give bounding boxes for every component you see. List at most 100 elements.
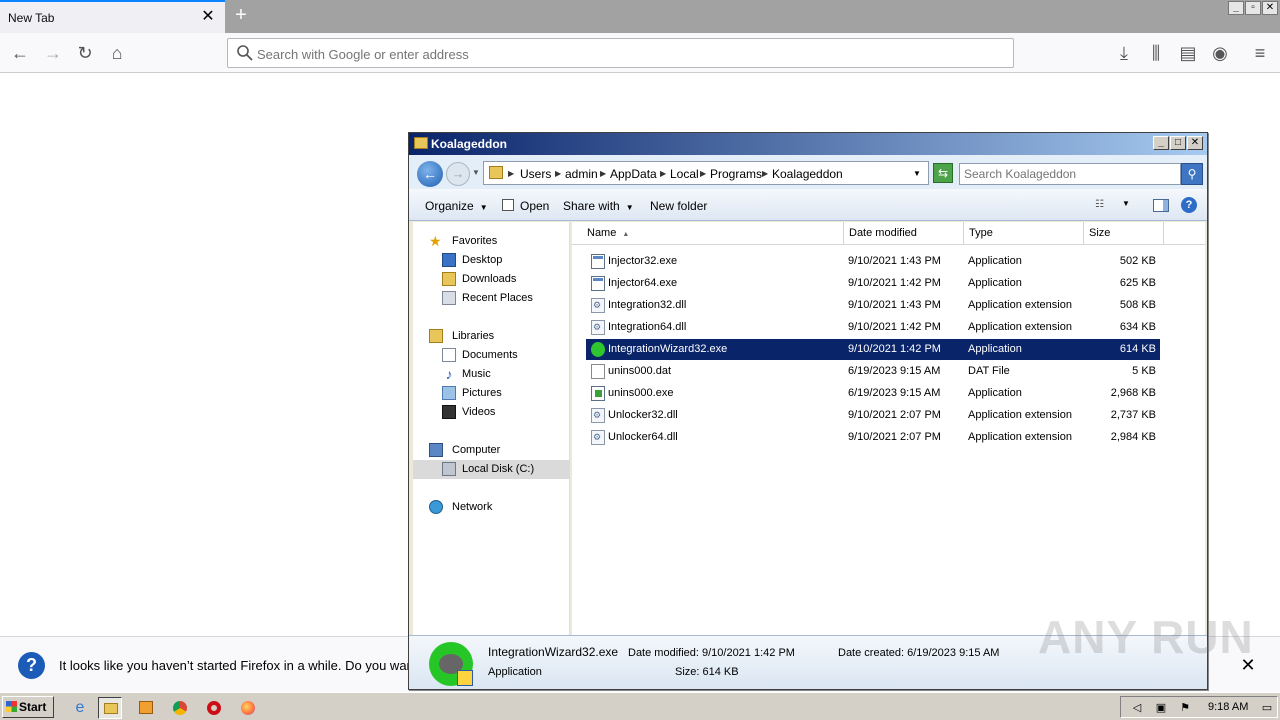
tab-new-tab[interactable]: New Tab ✕ <box>0 0 225 33</box>
breadcrumb-separator-icon[interactable]: ▶ <box>700 169 706 178</box>
start-button[interactable]: Start <box>2 696 54 718</box>
minimize-button[interactable]: _ <box>1153 136 1169 150</box>
flag-icon[interactable]: ⚑ <box>1178 701 1192 715</box>
downloads-icon[interactable]: ⤓ <box>1110 39 1138 67</box>
nav-music[interactable]: ♪ Music <box>413 365 570 384</box>
nav-documents[interactable]: Documents <box>413 346 570 365</box>
search-icon[interactable]: ⚲ <box>1181 163 1203 185</box>
file-name: Injector64.exe <box>608 277 678 289</box>
firefox-tab-strip: New Tab ✕ + _ ▫ ✕ <box>0 0 1280 33</box>
nav-local-disk[interactable]: Local Disk (C:) <box>413 460 570 479</box>
views-dropdown-icon[interactable]: ▼ <box>1122 199 1130 208</box>
back-arrow-icon[interactable]: ← <box>417 161 443 187</box>
column-header-size[interactable]: Size <box>1084 222 1164 245</box>
nav-videos[interactable]: Videos <box>413 403 570 422</box>
column-header-name[interactable]: Name ▲ <box>582 222 844 245</box>
file-row[interactable]: Integration64.dll 9/10/2021 1:42 PM Applic… <box>586 317 1160 338</box>
minimize-button[interactable]: _ <box>1228 1 1244 15</box>
volume-icon[interactable]: ◁ <box>1130 701 1144 715</box>
close-window-button[interactable]: ✕ <box>1262 1 1278 15</box>
reload-icon[interactable]: ↻ <box>71 39 99 67</box>
breadcrumb-programs[interactable]: Programs <box>710 167 762 181</box>
breadcrumb-separator-icon[interactable]: ▶ <box>555 169 561 178</box>
firefox-icon[interactable] <box>236 697 260 719</box>
account-icon[interactable]: ◉ <box>1206 39 1234 67</box>
file-row[interactable]: Integration32.dll 9/10/2021 1:43 PM Applic… <box>586 295 1160 316</box>
file-row[interactable]: Injector32.exe 9/10/2021 1:43 PM Applicati… <box>586 251 1160 272</box>
breadcrumb[interactable]: ▶ Users ▶ admin ▶ AppData ▶ Local ▶ Prog… <box>483 161 929 185</box>
share-with-button[interactable]: Share with ▼ <box>563 199 634 213</box>
internet-explorer-icon[interactable]: e <box>68 697 92 719</box>
breadcrumb-separator-icon[interactable]: ▶ <box>660 169 666 178</box>
system-tray: ◁ ▣ ⚑ 9:18 AM ▭ <box>1120 696 1278 718</box>
nav-computer[interactable]: Computer <box>413 441 570 460</box>
notification-text: It looks like you haven’t started Firefo… <box>59 658 414 673</box>
file-row[interactable]: unins000.exe 6/19/2023 9:15 AM Application… <box>586 383 1160 404</box>
file-row[interactable]: unins000.dat 6/19/2023 9:15 AM DAT File 5 K… <box>586 361 1160 382</box>
breadcrumb-admin[interactable]: admin <box>565 167 598 181</box>
computer-icon <box>429 443 443 457</box>
breadcrumb-local[interactable]: Local <box>670 167 699 181</box>
breadcrumb-separator-icon[interactable]: ▶ <box>600 169 606 178</box>
file-row[interactable]: Unlocker32.dll 9/10/2021 2:07 PM Applicati… <box>586 405 1160 426</box>
forward-arrow-icon[interactable]: → <box>446 162 470 186</box>
column-headers: Name ▲ Date modified Type Size <box>572 222 1205 245</box>
search-box[interactable] <box>959 163 1181 185</box>
maximize-button[interactable]: □ <box>1170 136 1186 150</box>
details-date-modified: Date modified: 9/10/2021 1:42 PM <box>628 647 795 659</box>
file-row[interactable]: Unlocker64.dll 9/10/2021 2:07 PM Applicati… <box>586 427 1160 448</box>
nav-recent-places[interactable]: Recent Places <box>413 289 570 308</box>
show-desktop-icon[interactable]: ▭ <box>1260 701 1274 715</box>
file-name: Injector32.exe <box>608 255 678 267</box>
breadcrumb-separator-icon[interactable]: ▶ <box>762 169 768 178</box>
close-button[interactable]: ✕ <box>1187 136 1203 150</box>
forward-arrow-icon[interactable]: → <box>39 39 67 67</box>
restore-button[interactable]: ▫ <box>1245 1 1261 15</box>
nav-desktop[interactable]: Desktop <box>413 251 570 270</box>
breadcrumb-koalageddon[interactable]: Koalageddon <box>772 167 843 181</box>
breadcrumb-users[interactable]: Users <box>520 167 551 181</box>
chrome-icon[interactable] <box>168 697 192 719</box>
explorer-taskbar-icon[interactable] <box>98 697 122 719</box>
column-header-type[interactable]: Type <box>964 222 1084 245</box>
home-icon[interactable]: ⌂ <box>103 39 131 67</box>
help-icon[interactable]: ? <box>1181 197 1197 213</box>
explorer-titlebar[interactable]: Koalageddon _ □ ✕ <box>409 133 1207 155</box>
column-header-date-modified[interactable]: Date modified <box>844 222 964 245</box>
pictures-icon <box>442 386 456 400</box>
preview-pane-icon[interactable] <box>1153 199 1169 212</box>
history-dropdown-icon[interactable]: ▼ <box>472 168 480 177</box>
nav-favorites[interactable]: ★ Favorites <box>413 232 570 251</box>
library-icon[interactable]: ⫼ <box>1142 39 1170 67</box>
back-arrow-icon[interactable]: ← <box>6 39 34 67</box>
file-row[interactable]: IntegrationWizard32.exe 9/10/2021 1:42 PM… <box>586 339 1160 360</box>
organize-button[interactable]: Organize ▼ <box>425 199 488 213</box>
address-bar[interactable] <box>227 38 1014 68</box>
search-icon <box>237 45 253 61</box>
media-player-icon[interactable] <box>134 697 158 719</box>
refresh-icon[interactable]: ⇆ <box>933 163 953 183</box>
breadcrumb-appdata[interactable]: AppData <box>610 167 657 181</box>
file-type: Application extension <box>968 431 1072 443</box>
chevron-down-icon: ▼ <box>625 203 634 212</box>
address-input[interactable] <box>257 45 997 63</box>
views-icon[interactable]: ☷ <box>1095 199 1109 211</box>
open-button[interactable]: Open <box>520 199 549 213</box>
network-tray-icon[interactable]: ▣ <box>1154 701 1168 715</box>
tab-close-icon[interactable]: ✕ <box>199 8 217 26</box>
search-input[interactable] <box>964 167 1154 181</box>
nav-network[interactable]: Network <box>413 498 570 517</box>
nav-libraries[interactable]: Libraries <box>413 327 570 346</box>
nav-downloads[interactable]: Downloads <box>413 270 570 289</box>
new-folder-button[interactable]: New folder <box>650 199 707 213</box>
address-dropdown-icon[interactable]: ▼ <box>913 169 921 178</box>
file-row[interactable]: Injector64.exe 9/10/2021 1:42 PM Applicati… <box>586 273 1160 294</box>
new-tab-button[interactable]: + <box>229 4 253 28</box>
breadcrumb-separator-icon[interactable]: ▶ <box>508 169 514 178</box>
opera-icon[interactable] <box>202 697 226 719</box>
sidebar-icon[interactable]: ▤ <box>1174 39 1202 67</box>
menu-icon[interactable]: ≡ <box>1246 39 1274 67</box>
explorer-window: Koalageddon _ □ ✕ ← → ▼ ▶ Users ▶ admin … <box>408 132 1208 690</box>
nav-pictures[interactable]: Pictures <box>413 384 570 403</box>
question-icon: ? <box>18 652 45 679</box>
